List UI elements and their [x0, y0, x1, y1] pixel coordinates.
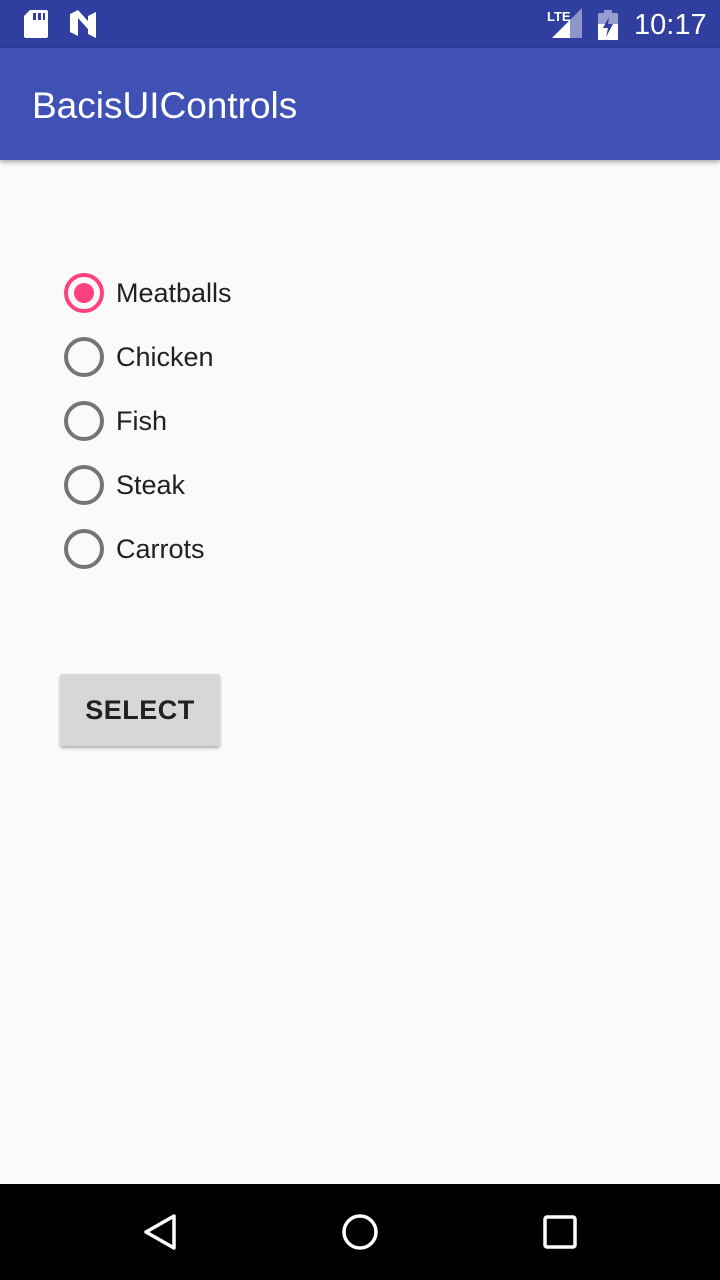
lte-signal-icon: LTE	[546, 8, 584, 45]
radio-checked-icon	[64, 273, 104, 313]
main-content: Meatballs Chicken Fish Steak Carrots SEL…	[0, 160, 720, 1184]
radio-unchecked-icon	[64, 337, 104, 377]
radio-carrots[interactable]: Carrots	[60, 516, 380, 580]
recents-icon[interactable]	[540, 1212, 580, 1252]
back-icon[interactable]	[140, 1212, 180, 1252]
radio-steak[interactable]: Steak	[60, 452, 380, 516]
navigation-bar	[0, 1184, 720, 1280]
home-icon[interactable]	[340, 1212, 380, 1252]
radio-chicken[interactable]: Chicken	[60, 324, 380, 388]
sd-card-icon	[24, 10, 48, 43]
radio-unchecked-icon	[64, 529, 104, 569]
battery-charging-icon	[597, 10, 619, 45]
radio-label: Chicken	[116, 342, 214, 372]
radio-fish[interactable]: Fish	[60, 388, 380, 452]
radio-unchecked-icon	[64, 401, 104, 441]
radio-label: Meatballs	[116, 278, 232, 308]
lte-label: LTE	[547, 9, 571, 24]
radio-label: Steak	[116, 470, 186, 500]
radio-meatballs[interactable]: Meatballs	[60, 260, 380, 324]
select-button[interactable]: SELECT	[60, 674, 220, 746]
app-bar: BacisUIControls	[0, 48, 720, 160]
n-notification-icon	[68, 10, 98, 43]
status-bar: LTE 10:17	[0, 0, 720, 48]
clock: 10:17	[634, 9, 707, 41]
app-title: BacisUIControls	[32, 85, 298, 126]
radio-unchecked-icon	[64, 465, 104, 505]
radio-label: Fish	[116, 406, 168, 436]
radio-label: Carrots	[116, 534, 205, 564]
radio-group: Meatballs Chicken Fish Steak Carrots	[60, 260, 380, 580]
